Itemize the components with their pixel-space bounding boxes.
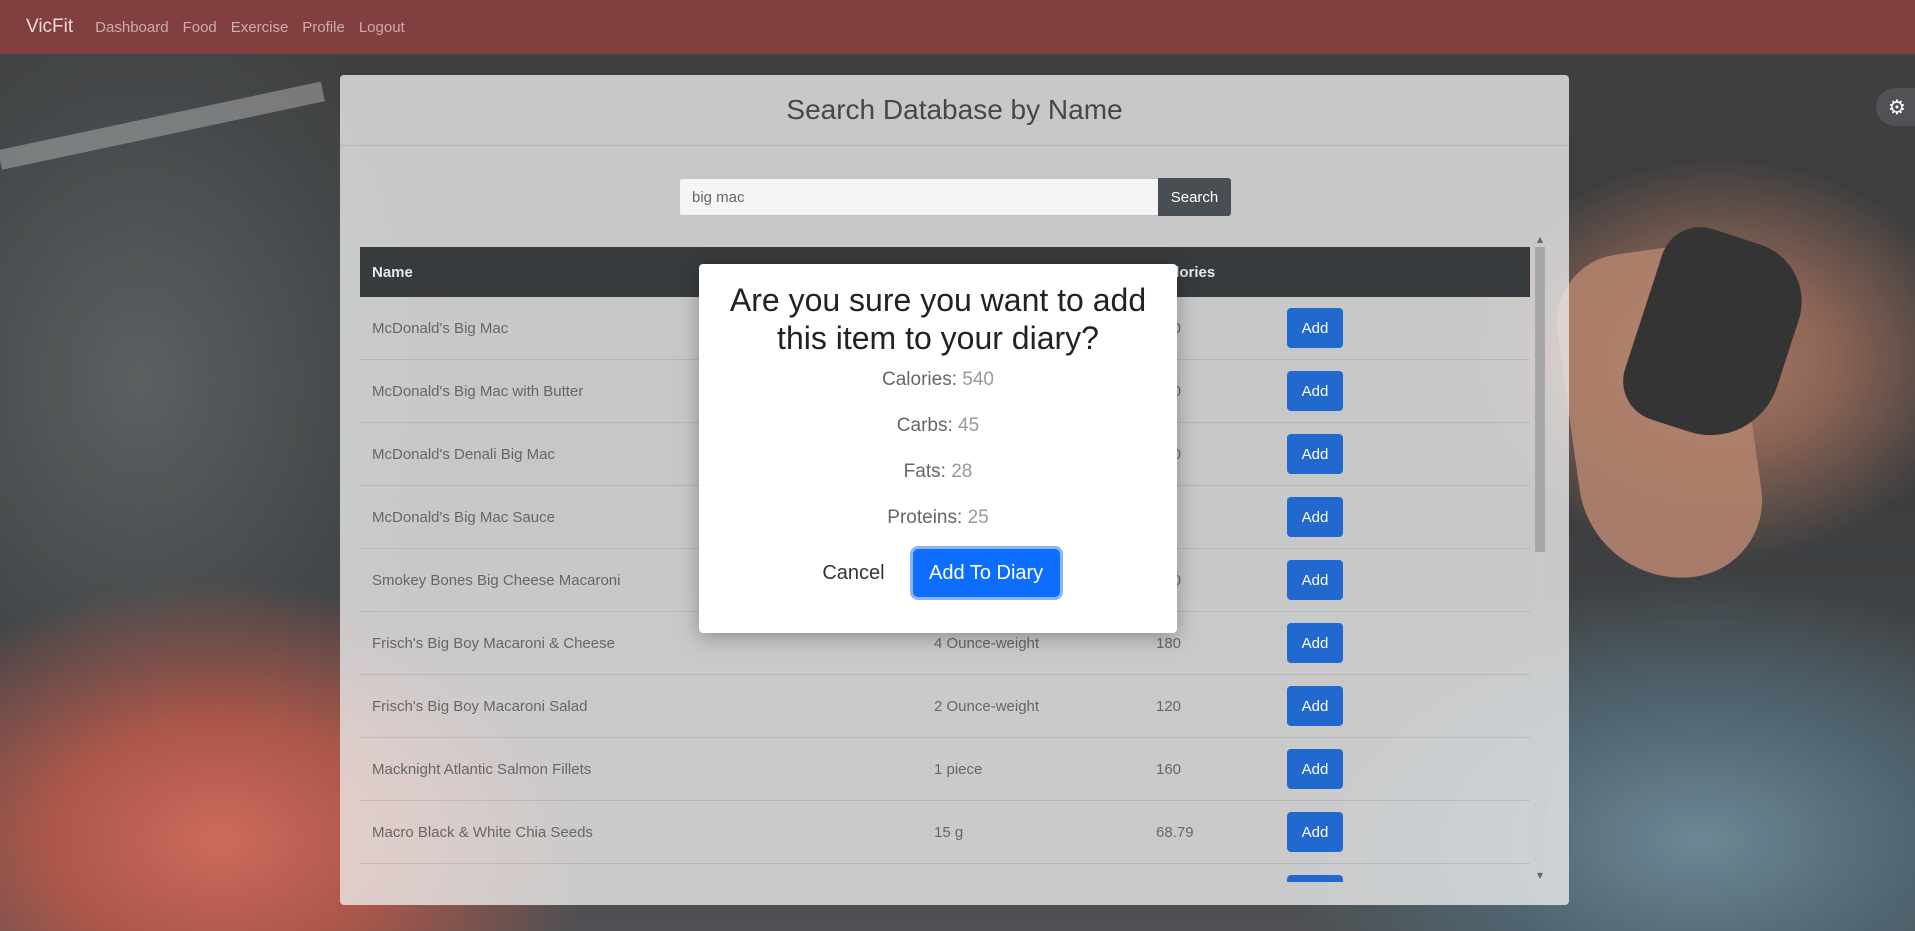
confirm-add-modal: Are you sure you want to add this item t… [699, 264, 1177, 633]
carbs-value: 45 [958, 415, 980, 436]
carbs-label: Carbs: [896, 415, 953, 436]
modal-fats: Fats: 28 [699, 449, 1177, 495]
calories-value: 540 [962, 369, 994, 390]
modal-actions: Cancel Add To Diary [699, 549, 1177, 597]
cancel-button[interactable]: Cancel [816, 561, 890, 586]
modal-proteins: Proteins: 25 [699, 495, 1177, 541]
proteins-value: 25 [967, 507, 989, 528]
fats-label: Fats: [903, 461, 946, 482]
proteins-label: Proteins: [887, 507, 963, 528]
modal-calories: Calories: 540 [699, 357, 1177, 403]
fats-value: 28 [951, 461, 973, 482]
add-to-diary-button[interactable]: Add To Diary [912, 549, 1060, 597]
modal-title: Are you sure you want to add this item t… [729, 282, 1147, 356]
calories-label: Calories: [882, 369, 957, 390]
modal-carbs: Carbs: 45 [699, 403, 1177, 449]
